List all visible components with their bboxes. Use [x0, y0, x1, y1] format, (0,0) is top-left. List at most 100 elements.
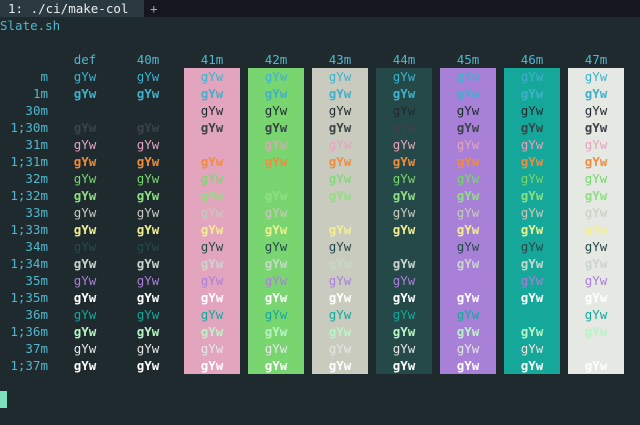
color-sample: gYw	[264, 324, 288, 339]
color-sample: gYw	[264, 188, 288, 203]
color-sample: gYw	[328, 103, 352, 118]
color-sample: gYw	[520, 222, 544, 237]
row-label: 34m	[25, 239, 48, 254]
color-sample: gYw	[392, 307, 416, 322]
color-sample: gYw	[520, 137, 544, 152]
color-sample: gYw	[456, 69, 480, 84]
color-sample: gYw	[73, 188, 97, 203]
terminal-cursor	[0, 391, 7, 408]
color-sample: gYw	[264, 307, 288, 322]
column-header: 42m	[264, 52, 288, 67]
row-label: 1;30m	[10, 120, 48, 135]
color-sample: gYw	[136, 239, 160, 254]
color-sample: gYw	[456, 103, 480, 118]
color-sample: gYw	[584, 307, 608, 322]
color-sample: gYw	[584, 205, 608, 220]
color-sample: gYw	[456, 324, 480, 339]
color-sample: gYw	[73, 324, 97, 339]
color-sample: gYw	[264, 120, 288, 135]
color-sample: gYw	[264, 154, 288, 169]
row-label: 1;34m	[10, 256, 48, 271]
color-sample: gYw	[584, 290, 608, 305]
row-label: 30m	[25, 103, 48, 118]
column-header: 40m	[136, 52, 160, 67]
color-sample: gYw	[456, 188, 480, 203]
row-label: m	[40, 69, 48, 84]
color-sample: gYw	[264, 69, 288, 84]
color-sample: gYw	[392, 188, 416, 203]
color-sample: gYw	[73, 358, 97, 373]
color-sample: gYw	[520, 69, 544, 84]
color-sample: gYw	[520, 86, 544, 101]
color-sample: gYw	[584, 86, 608, 101]
color-sample: gYw	[456, 239, 480, 254]
color-sample: gYw	[200, 256, 224, 271]
color-sample: gYw	[456, 171, 480, 186]
color-sample: gYw	[392, 86, 416, 101]
color-sample: gYw	[200, 171, 224, 186]
color-sample: gYw	[264, 239, 288, 254]
color-sample: gYw	[264, 205, 288, 220]
color-sample: gYw	[200, 137, 224, 152]
color-sample: gYw	[520, 239, 544, 254]
color-sample: gYw	[520, 171, 544, 186]
color-sample: gYw	[73, 205, 97, 220]
color-sample: gYw	[392, 273, 416, 288]
color-sample: gYw	[392, 205, 416, 220]
row-label: 37m	[25, 341, 48, 356]
color-sample: gYw	[136, 307, 160, 322]
color-sample: gYw	[520, 120, 544, 135]
color-sample: gYw	[584, 273, 608, 288]
output-title: Slate.sh	[0, 18, 61, 33]
color-sample: gYw	[200, 120, 224, 135]
color-sample: gYw	[584, 171, 608, 186]
color-sample: gYw	[456, 154, 480, 169]
color-sample: gYw	[456, 273, 480, 288]
color-sample: gYw	[328, 239, 352, 254]
row-label: 32m	[25, 171, 48, 186]
color-sample: gYw	[328, 205, 352, 220]
color-sample: gYw	[73, 256, 97, 271]
color-sample: gYw	[328, 273, 352, 288]
color-sample: gYw	[136, 103, 160, 118]
color-sample: gYw	[328, 188, 352, 203]
color-sample: gYw	[456, 120, 480, 135]
color-sample: gYw	[456, 307, 480, 322]
color-sample: gYw	[136, 69, 160, 84]
row-label: 1;35m	[10, 290, 48, 305]
color-sample: gYw	[73, 120, 97, 135]
tab-make-col[interactable]: 1: ./ci/make-col	[0, 0, 144, 17]
color-sample: gYw	[200, 154, 224, 169]
color-sample: gYw	[328, 137, 352, 152]
color-sample: gYw	[136, 205, 160, 220]
color-sample: gYw	[392, 103, 416, 118]
color-sample: gYw	[584, 103, 608, 118]
color-sample: gYw	[73, 171, 97, 186]
color-sample: gYw	[392, 239, 416, 254]
row-label: 1;36m	[10, 324, 48, 339]
color-sample: gYw	[328, 341, 352, 356]
color-sample: gYw	[328, 256, 352, 271]
color-sample: gYw	[136, 324, 160, 339]
color-sample: gYw	[136, 256, 160, 271]
color-sample: gYw	[328, 69, 352, 84]
color-sample: gYw	[200, 239, 224, 254]
color-sample: gYw	[520, 324, 544, 339]
column-header: 47m	[584, 52, 608, 67]
color-sample: gYw	[136, 86, 160, 101]
color-sample: gYw	[200, 273, 224, 288]
color-sample: gYw	[328, 290, 352, 305]
color-sample: gYw	[584, 69, 608, 84]
color-sample: gYw	[200, 324, 224, 339]
color-sample: gYw	[520, 205, 544, 220]
color-sample: gYw	[328, 358, 352, 373]
color-sample: gYw	[392, 358, 416, 373]
color-sample: gYw	[328, 307, 352, 322]
color-sample: gYw	[73, 222, 97, 237]
color-sample: gYw	[264, 273, 288, 288]
color-sample: gYw	[520, 273, 544, 288]
color-sample: gYw	[73, 341, 97, 356]
color-sample: gYw	[392, 69, 416, 84]
new-tab-button[interactable]: +	[150, 0, 158, 17]
color-sample: gYw	[392, 324, 416, 339]
